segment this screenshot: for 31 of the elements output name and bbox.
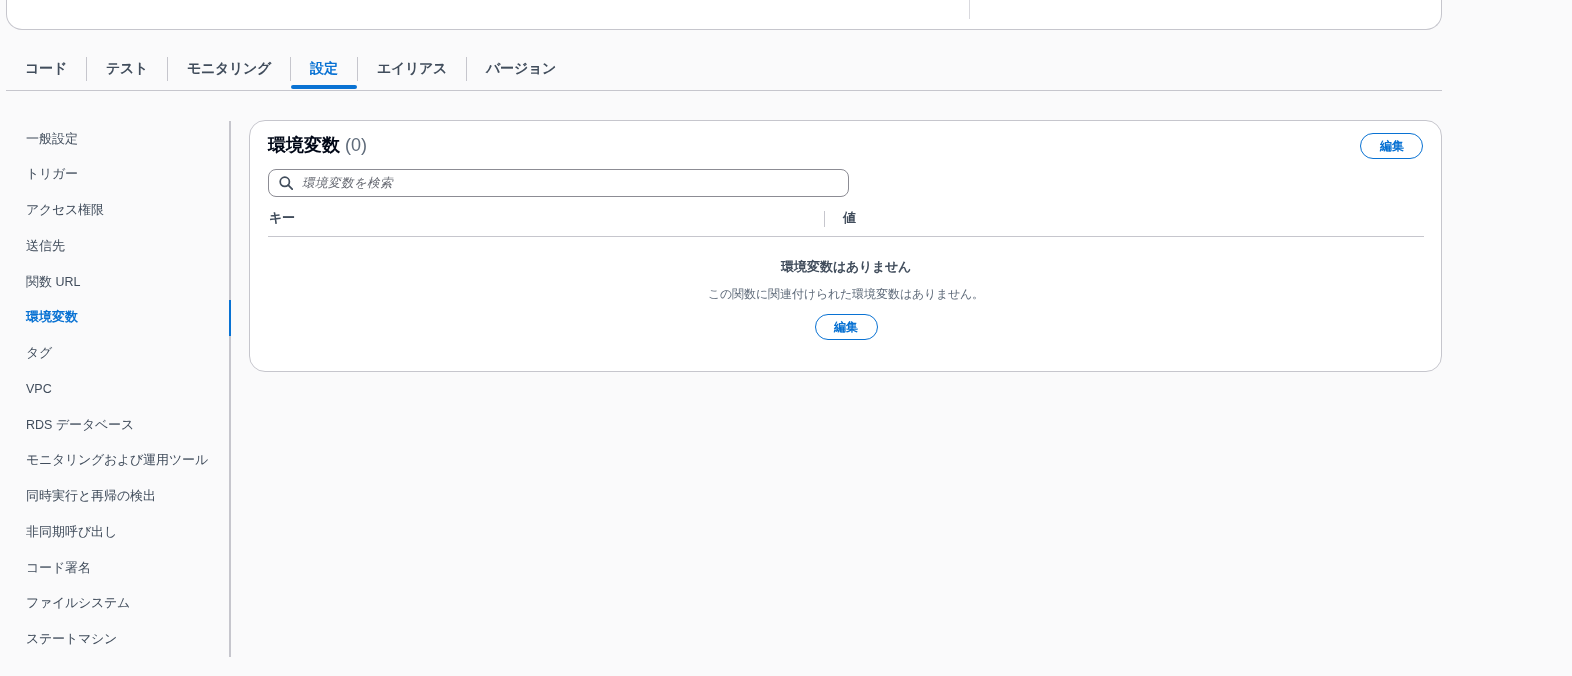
tab[interactable]: バージョン: [467, 52, 575, 90]
sidebar-item[interactable]: 一般設定: [0, 121, 231, 157]
sidebar-item[interactable]: タグ: [0, 335, 231, 372]
sidebar-item[interactable]: 同時実行と再帰の検出: [0, 478, 231, 515]
item-count: (0): [345, 135, 367, 155]
tab[interactable]: コード: [6, 52, 86, 90]
sidebar-item[interactable]: 送信先: [0, 228, 231, 264]
sidebar-item[interactable]: ステートマシン: [0, 621, 231, 658]
column-header: キー: [268, 210, 295, 228]
column-header: 値: [842, 210, 856, 228]
tab[interactable]: 設定: [291, 52, 357, 90]
sidebar-item[interactable]: モニタリングおよび運用ツール: [0, 442, 231, 479]
search-field[interactable]: 環境変数を検索: [268, 169, 849, 197]
tab[interactable]: エイリアス: [358, 52, 466, 90]
search-icon: [279, 176, 293, 190]
sidebar-item[interactable]: 非同期呼び出し: [0, 514, 231, 550]
panel-title: 環境変数: [268, 135, 340, 155]
empty-state-message: この関数に関連付けられた環境変数はありません。: [708, 286, 984, 303]
sidebar-item[interactable]: ファイルシステム: [0, 585, 231, 622]
tab[interactable]: テスト: [87, 52, 167, 90]
sidebar-item[interactable]: トリガー: [0, 156, 231, 193]
tab[interactable]: モニタリング: [168, 52, 290, 90]
edit-button[interactable]: 編集: [814, 314, 878, 340]
edit-button[interactable]: 編集: [1360, 133, 1423, 159]
sidebar-item[interactable]: VPC: [0, 371, 231, 407]
empty-state-title: 環境変数はありません: [781, 258, 911, 276]
sidebar-item[interactable]: コード署名: [0, 550, 231, 586]
sidebar-item[interactable]: 環境変数: [0, 299, 231, 336]
sidebar-item[interactable]: 関数 URL: [0, 264, 231, 300]
sidebar-item[interactable]: RDS データベース: [0, 407, 231, 443]
sidebar-item[interactable]: アクセス権限: [0, 192, 231, 229]
